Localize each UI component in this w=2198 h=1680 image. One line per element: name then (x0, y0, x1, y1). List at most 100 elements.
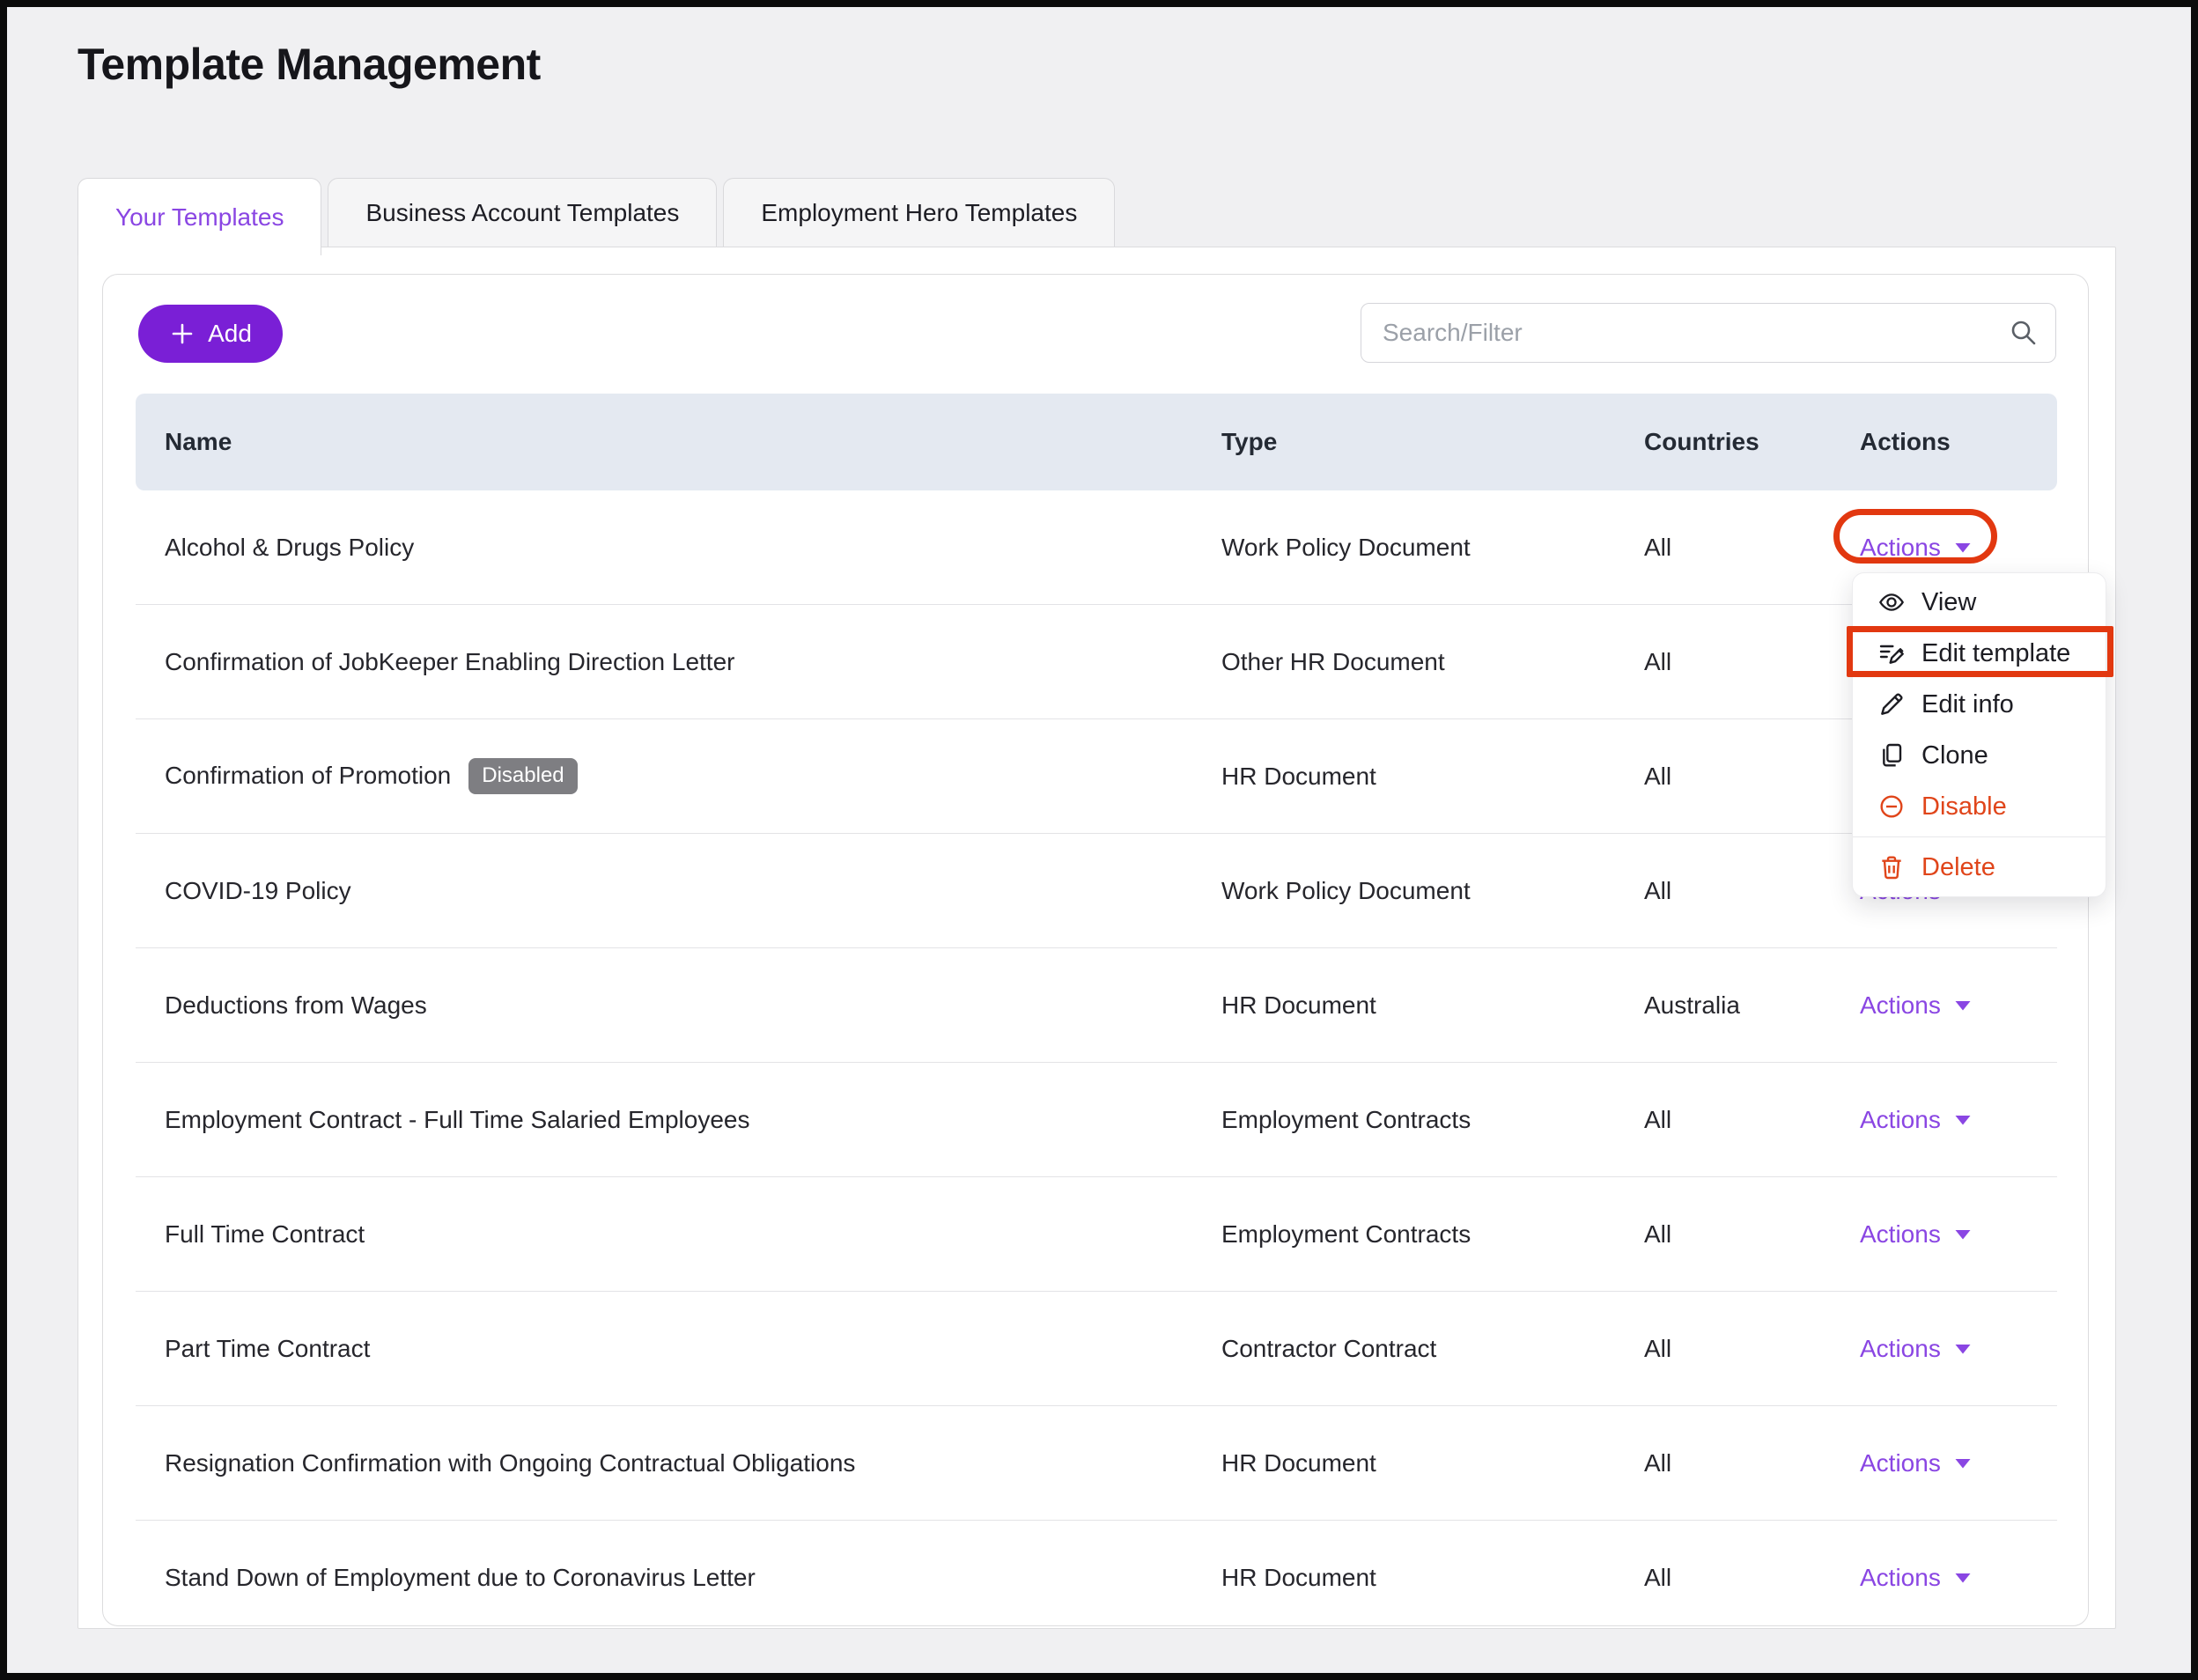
menu-item-label: Edit template (1921, 639, 2070, 668)
actions-button-label: Actions (1860, 1335, 1941, 1363)
type-cell: Work Policy Document (1221, 877, 1644, 905)
eye-icon (1877, 588, 1906, 616)
type-cell: HR Document (1221, 1449, 1644, 1477)
table-row: Employment Contract - Full Time Salaried… (136, 1063, 2057, 1177)
add-button[interactable]: Add (138, 305, 283, 363)
template-name: Deductions from Wages (165, 991, 427, 1020)
actions-button[interactable]: Actions (1860, 991, 1973, 1020)
table-row: Confirmation of PromotionDisabledHR Docu… (136, 719, 2057, 834)
countries-cell: All (1644, 1564, 1860, 1592)
templates-panel: Add Name Type Countries Actions Alcohol … (77, 247, 2116, 1629)
type-cell: Employment Contracts (1221, 1220, 1644, 1249)
countries-cell: All (1644, 877, 1860, 905)
actions-button[interactable]: Actions (1860, 1220, 1973, 1249)
name-cell: Stand Down of Employment due to Coronavi… (136, 1564, 1221, 1592)
actions-button-label: Actions (1860, 1564, 1941, 1592)
tab-employment-hero-templates[interactable]: Employment Hero Templates (723, 178, 1115, 247)
tab-your-templates[interactable]: Your Templates (77, 178, 321, 255)
menu-item-clone[interactable]: Clone (1853, 730, 2106, 781)
template-name: Stand Down of Employment due to Coronavi… (165, 1564, 756, 1592)
actions-cell: Actions (1860, 991, 2057, 1020)
name-cell: Confirmation of JobKeeper Enabling Direc… (136, 648, 1221, 676)
menu-divider (1853, 836, 2106, 837)
table-row: COVID-19 PolicyWork Policy DocumentAllAc… (136, 834, 2057, 948)
templates-card: Add Name Type Countries Actions Alcohol … (102, 274, 2089, 1626)
templates-table: Name Type Countries Actions Alcohol & Dr… (136, 394, 2057, 1626)
name-cell: Employment Contract - Full Time Salaried… (136, 1106, 1221, 1134)
template-name: Confirmation of Promotion (165, 762, 451, 790)
menu-item-edit-template[interactable]: Edit template (1853, 628, 2106, 679)
menu-item-label: Disable (1921, 792, 2007, 822)
actions-button[interactable]: Actions (1860, 1449, 1973, 1477)
type-cell: HR Document (1221, 1564, 1644, 1592)
caret-down-icon (1953, 998, 1973, 1013)
column-header-type: Type (1221, 428, 1644, 456)
search-icon[interactable] (2009, 318, 2039, 352)
table-row: Resignation Confirmation with Ongoing Co… (136, 1406, 2057, 1521)
menu-item-label: View (1921, 588, 1976, 617)
column-header-actions: Actions (1860, 428, 2057, 456)
template-name: Employment Contract - Full Time Salaried… (165, 1106, 749, 1134)
disable-icon (1877, 792, 1906, 821)
search-field (1361, 303, 2056, 363)
type-cell: Work Policy Document (1221, 534, 1644, 562)
menu-item-view[interactable]: View (1853, 577, 2106, 628)
table-row: Alcohol & Drugs PolicyWork Policy Docume… (136, 490, 2057, 605)
name-cell: Deductions from Wages (136, 991, 1221, 1020)
caret-down-icon (1953, 1227, 1973, 1242)
type-cell: Employment Contracts (1221, 1106, 1644, 1134)
actions-cell: Actions (1860, 1564, 2057, 1592)
column-header-countries: Countries (1644, 428, 1860, 456)
template-name: Resignation Confirmation with Ongoing Co… (165, 1449, 855, 1477)
actions-button[interactable]: Actions (1860, 1564, 1973, 1592)
caret-down-icon (1953, 1342, 1973, 1356)
menu-item-label: Clone (1921, 741, 1988, 770)
trash-icon (1877, 853, 1906, 881)
actions-button[interactable]: Actions (1860, 1335, 1973, 1363)
menu-item-label: Edit info (1921, 690, 2014, 719)
tab-label: Your Templates (115, 203, 284, 231)
app-screen: Template Management Your TemplatesBusine… (7, 7, 2191, 1673)
table-row: Part Time ContractContractor ContractAll… (136, 1292, 2057, 1406)
menu-item-label: Delete (1921, 853, 1995, 882)
table-header: Name Type Countries Actions (136, 394, 2057, 490)
actions-button-label: Actions (1860, 1106, 1941, 1134)
countries-cell: All (1644, 1449, 1860, 1477)
table-row: Full Time ContractEmployment ContractsAl… (136, 1177, 2057, 1292)
name-cell: Resignation Confirmation with Ongoing Co… (136, 1449, 1221, 1477)
type-cell: Other HR Document (1221, 648, 1644, 676)
actions-button[interactable]: Actions (1860, 534, 1973, 562)
tab-bar: Your Templates Business Account Templates… (77, 178, 1115, 255)
countries-cell: All (1644, 1106, 1860, 1134)
actions-cell: Actions (1860, 1220, 2057, 1249)
countries-cell: All (1644, 763, 1860, 791)
table-row: Confirmation of JobKeeper Enabling Direc… (136, 605, 2057, 719)
actions-cell: Actions (1860, 1335, 2057, 1363)
tab-business-account-templates[interactable]: Business Account Templates (328, 178, 717, 247)
countries-cell: All (1644, 534, 1860, 562)
name-cell: Alcohol & Drugs Policy (136, 534, 1221, 562)
table-body: Alcohol & Drugs PolicyWork Policy Docume… (136, 490, 2057, 1626)
actions-button[interactable]: Actions (1860, 1106, 1973, 1134)
table-row: Deductions from WagesHR DocumentAustrali… (136, 948, 2057, 1063)
menu-item-edit-info[interactable]: Edit info (1853, 679, 2106, 730)
actions-dropdown-menu: View Edit template Edit info Clone Disable De… (1852, 572, 2106, 897)
actions-cell: Actions (1860, 1449, 2057, 1477)
actions-button-label: Actions (1860, 1449, 1941, 1477)
template-name: COVID-19 Policy (165, 877, 351, 905)
caret-down-icon (1953, 1456, 1973, 1470)
type-cell: Contractor Contract (1221, 1335, 1644, 1363)
search-input[interactable] (1361, 303, 2056, 363)
template-name: Full Time Contract (165, 1220, 365, 1249)
menu-item-delete[interactable]: Delete (1853, 842, 2106, 893)
actions-cell: Actions (1860, 1106, 2057, 1134)
name-cell: Full Time Contract (136, 1220, 1221, 1249)
caret-down-icon (1953, 541, 1973, 555)
tab-label: Employment Hero Templates (761, 199, 1077, 226)
template-name: Confirmation of JobKeeper Enabling Direc… (165, 648, 734, 676)
type-cell: HR Document (1221, 763, 1644, 791)
column-header-name: Name (136, 428, 1221, 456)
countries-cell: Australia (1644, 991, 1860, 1020)
menu-item-disable[interactable]: Disable (1853, 781, 2106, 832)
actions-button-label: Actions (1860, 1220, 1941, 1249)
